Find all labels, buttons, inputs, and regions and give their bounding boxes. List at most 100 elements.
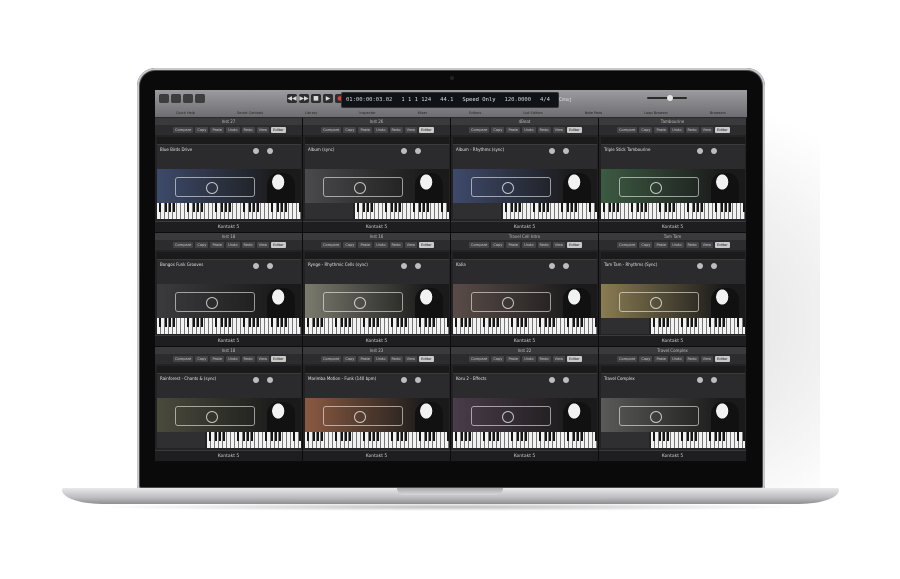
tune-knob-icon[interactable] [401,262,407,269]
toolbar-item[interactable]: Mixer [418,111,428,115]
tab-paste[interactable]: Paste [210,241,225,248]
play-icon[interactable]: ▶ [323,94,333,103]
plugin-window[interactable]: Travel Complex Compare Copy Paste Undo Redo V… [599,347,747,462]
tab-copy[interactable]: Copy [195,241,209,248]
tab-undo[interactable]: Undo [522,356,536,363]
tab-compare[interactable]: Compare [617,127,638,133]
tab-copy[interactable]: Copy [343,127,357,133]
tab-undo[interactable]: Undo [374,356,388,363]
tab-view[interactable]: View [552,356,566,363]
pan-knob-icon[interactable] [415,148,421,154]
toolbar-item[interactable]: Library [305,111,317,115]
tab-editor[interactable]: Editor [715,127,730,133]
tab-editor[interactable]: Editor [715,356,730,363]
plugin-window[interactable]: Inst 22 Compare Copy Paste Undo Redo View Edit… [451,347,599,462]
tab-view[interactable]: View [404,241,418,248]
tab-redo[interactable]: Redo [685,127,699,133]
tab-redo[interactable]: Redo [241,241,255,248]
tab-undo[interactable]: Undo [670,356,684,363]
tab-paste[interactable]: Paste [654,127,669,133]
tab-compare[interactable]: Compare [617,356,638,363]
tab-editor[interactable]: Editor [567,241,582,248]
stop-icon[interactable]: ■ [311,94,321,103]
tab-redo[interactable]: Redo [389,127,403,133]
plugin-window[interactable]: Tambourine Compare Copy Paste Undo Redo View E… [599,118,747,233]
tab-editor[interactable]: Editor [419,127,434,133]
rewind-icon[interactable]: ◀◀ [287,94,297,103]
tune-knob-icon[interactable] [549,148,555,154]
tab-compare[interactable]: Compare [469,127,490,133]
tab-copy[interactable]: Copy [195,127,209,133]
plugin-window[interactable]: Inst 16 Compare Copy Paste Undo Redo View Edit… [303,232,451,348]
tab-copy[interactable]: Copy [491,356,505,363]
tab-undo[interactable]: Undo [226,356,240,363]
tab-compare[interactable]: Compare [469,241,490,248]
tab-redo[interactable]: Redo [537,127,551,133]
tab-editor[interactable]: Editor [715,241,730,248]
tab-view[interactable]: View [404,356,418,363]
plugin-window[interactable]: Inst 26 Compare Copy Paste Undo Redo View Edit… [303,118,451,233]
tab-paste[interactable]: Paste [210,127,225,133]
master-volume-slider[interactable] [647,95,687,101]
tab-editor[interactable]: Editor [271,241,286,248]
pan-knob-icon[interactable] [563,377,569,384]
plugin-window[interactable]: Travel Cell Intro Compare Copy Paste Undo Re… [451,232,599,348]
tab-paste[interactable]: Paste [358,356,373,363]
tune-knob-icon[interactable] [697,262,703,269]
inspector-icon[interactable] [171,94,181,103]
toolbar-item[interactable]: Inspector [359,111,375,115]
tab-compare[interactable]: Compare [173,356,194,363]
tune-knob-icon[interactable] [401,377,407,384]
piano-keyboard[interactable] [503,203,597,219]
plugin-window[interactable]: Inst 23 Compare Copy Paste Undo Redo View Edit… [303,347,451,462]
pan-knob-icon[interactable] [267,377,273,384]
tab-editor[interactable]: Editor [567,356,582,363]
tab-copy[interactable]: Copy [491,127,505,133]
tab-copy[interactable]: Copy [639,241,653,248]
toolbar-item[interactable]: Loop Browser [644,111,668,115]
toolbar-item[interactable]: Editors [469,111,481,115]
pan-knob-icon[interactable] [711,262,717,269]
tab-compare[interactable]: Compare [321,127,342,133]
piano-keyboard[interactable] [157,203,301,219]
piano-keyboard[interactable] [355,203,449,219]
tab-compare[interactable]: Compare [321,356,342,363]
pan-knob-icon[interactable] [415,377,421,384]
piano-keyboard[interactable] [305,317,449,334]
toolbar-item[interactable]: Browsers [710,111,726,115]
tab-copy[interactable]: Copy [343,356,357,363]
plugin-window[interactable]: Inst 18 Compare Copy Paste Undo Redo View Edit… [155,347,303,462]
tab-undo[interactable]: Undo [522,241,536,248]
tab-paste[interactable]: Paste [506,127,521,133]
tab-redo[interactable]: Redo [241,356,255,363]
tab-paste[interactable]: Paste [358,241,373,248]
tab-compare[interactable]: Compare [469,356,490,363]
pan-knob-icon[interactable] [563,148,569,154]
lcd-display[interactable]: 01:00:00:03.02 1 1 1 124 44.1 Speed Only… [341,92,572,108]
tab-view[interactable]: View [552,127,566,133]
tab-editor[interactable]: Editor [567,127,582,133]
piano-keyboard[interactable] [305,432,449,449]
tune-knob-icon[interactable] [401,148,407,154]
tab-paste[interactable]: Paste [654,241,669,248]
tune-knob-icon[interactable] [549,262,555,269]
tab-redo[interactable]: Redo [389,356,403,363]
tab-redo[interactable]: Redo [685,241,699,248]
tab-redo[interactable]: Redo [537,241,551,248]
tune-knob-icon[interactable] [253,377,259,384]
smart-controls-icon[interactable] [195,94,205,103]
plugin-window[interactable]: Inst 27 Compare Copy Paste Undo Redo View Edit… [155,118,303,233]
help-icon[interactable] [183,94,193,103]
tab-copy[interactable]: Copy [343,241,357,248]
tab-paste[interactable]: Paste [210,356,225,363]
tab-view[interactable]: View [256,356,270,363]
tab-compare[interactable]: Compare [173,241,194,248]
pan-knob-icon[interactable] [711,148,717,154]
tab-redo[interactable]: Redo [389,241,403,248]
tab-paste[interactable]: Paste [506,356,521,363]
plugin-window[interactable]: 4Beat Compare Copy Paste Undo Redo View Editor… [451,118,599,233]
tab-editor[interactable]: Editor [271,356,286,363]
pan-knob-icon[interactable] [563,262,569,269]
tab-paste[interactable]: Paste [654,356,669,363]
tab-view[interactable]: View [256,241,270,248]
